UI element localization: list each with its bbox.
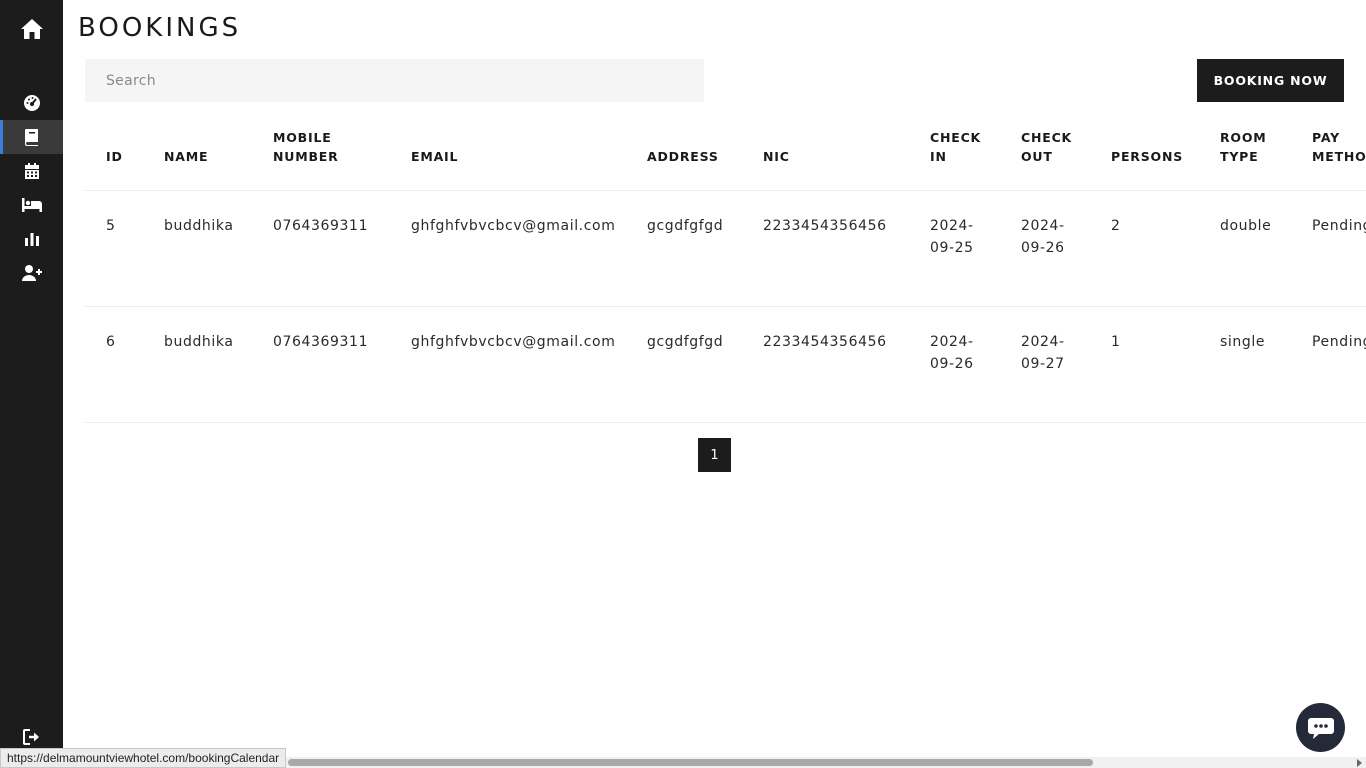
booking-now-button[interactable]: BOOKING NOW (1197, 59, 1344, 102)
cell-mobile: 0764369311 (273, 217, 369, 234)
column-header: ROOM TYPE (1220, 129, 1267, 164)
cell-persons: 1 (1111, 333, 1121, 350)
home-icon[interactable] (0, 11, 63, 47)
cell-pay-method: Pending (1312, 333, 1366, 350)
column-header: CHECK IN (930, 129, 982, 164)
status-bar-url: https://delmamountviewhotel.com/bookingC… (0, 748, 287, 768)
column-header: ID (106, 148, 123, 164)
pagination-page-button[interactable]: 1 (698, 438, 731, 472)
cell-id: 6 (106, 333, 116, 350)
cell-mobile: 0764369311 (273, 333, 369, 350)
sidebar (0, 0, 63, 768)
book-icon[interactable] (0, 120, 63, 154)
cell-check-out: 2024-09-27 (1021, 333, 1065, 372)
user-plus-icon[interactable] (0, 256, 63, 290)
cell-name: buddhika (164, 217, 234, 234)
chat-bubble-icon (1307, 717, 1334, 739)
cell-id: 5 (106, 217, 116, 234)
column-header: CHECK OUT (1021, 129, 1073, 164)
cell-check-in: 2024-09-25 (930, 217, 974, 256)
search-input[interactable] (85, 59, 704, 102)
table-row[interactable]: 5 buddhika 0764369311 ghfghfvbvcbcv@gmai… (85, 190, 1366, 306)
chat-button[interactable] (1296, 703, 1345, 752)
column-header: NAME (164, 148, 209, 164)
page-title: BOOKINGS (78, 13, 242, 43)
dashboard-icon[interactable] (0, 86, 63, 120)
column-header: PAY METHOD (1312, 129, 1366, 164)
scrollbar-thumb[interactable] (288, 759, 1093, 766)
table-header-row: ID NAME MOBILE NUMBER EMAIL ADDRESS NIC … (85, 120, 1366, 190)
cell-persons: 2 (1111, 217, 1121, 234)
bookings-table: ID NAME MOBILE NUMBER EMAIL ADDRESS NIC … (85, 120, 1366, 423)
column-header: PERSONS (1111, 148, 1184, 164)
bed-icon[interactable] (0, 188, 63, 222)
cell-check-in: 2024-09-26 (930, 333, 974, 372)
scroll-right-arrow-icon[interactable] (1357, 759, 1362, 767)
column-header: ADDRESS (647, 148, 719, 164)
calendar-icon[interactable] (0, 154, 63, 188)
cell-name: buddhika (164, 333, 234, 350)
table-row[interactable]: 6 buddhika 0764369311 ghfghfvbvcbcv@gmai… (85, 306, 1366, 422)
cell-address: gcgdfgfgd (647, 333, 724, 350)
cell-email: ghfghfvbvcbcv@gmail.com (411, 217, 616, 234)
cell-check-out: 2024-09-26 (1021, 217, 1065, 256)
column-header: MOBILE NUMBER (273, 129, 339, 164)
cell-nic: 2233454356456 (763, 333, 887, 350)
cell-room-type: double (1220, 217, 1272, 234)
cell-nic: 2233454356456 (763, 217, 887, 234)
cell-address: gcgdfgfgd (647, 217, 724, 234)
cell-email: ghfghfvbvcbcv@gmail.com (411, 333, 616, 350)
chart-bar-icon[interactable] (0, 222, 63, 256)
cell-pay-method: Pending (1312, 217, 1366, 234)
cell-room-type: single (1220, 333, 1266, 350)
column-header: NIC (763, 148, 790, 164)
column-header: EMAIL (411, 148, 459, 164)
